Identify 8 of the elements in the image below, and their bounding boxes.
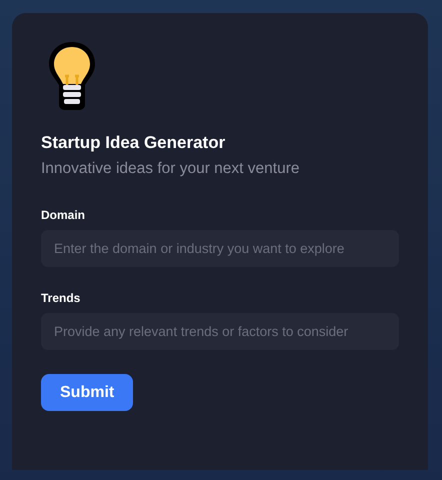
app-subtitle: Innovative ideas for your next venture (41, 160, 300, 178)
app-title: Startup Idea Generator (41, 133, 226, 153)
lightbulb-icon (46, 39, 98, 111)
input-field[interactable]: Enter the domain or industry you want to explore (41, 230, 399, 267)
input-field[interactable]: Provide any relevant trends or factors to consider (41, 313, 399, 350)
submit-button[interactable]: Submit (41, 374, 134, 411)
field-label: Domain (41, 208, 86, 222)
field-label: Trends (41, 291, 82, 305)
